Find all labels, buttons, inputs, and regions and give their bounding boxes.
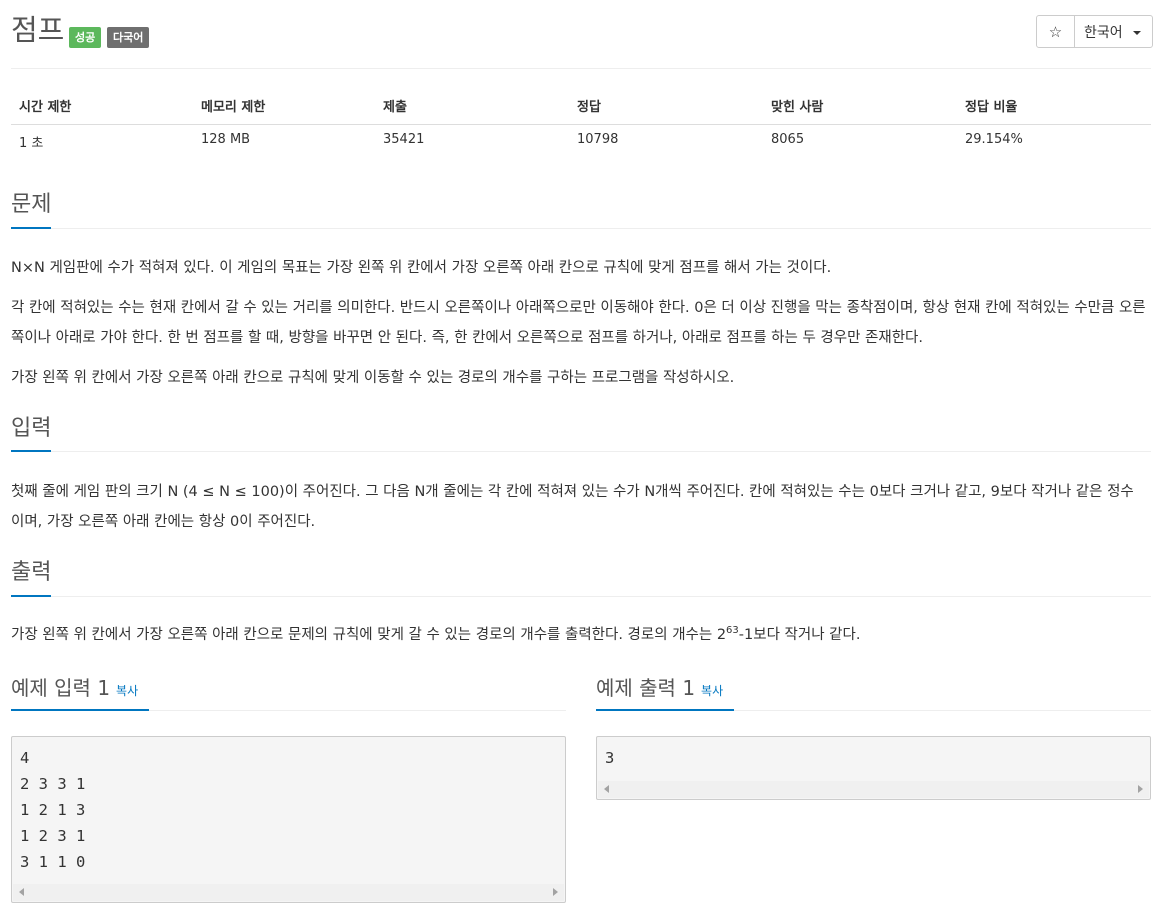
- input-heading: 입력: [11, 416, 52, 441]
- section-underline: [11, 595, 51, 597]
- header-actions: ☆ 한국어: [1036, 15, 1153, 48]
- language-select-label: 한국어: [1084, 24, 1123, 41]
- problem-paragraph-1: N×N 게임판에 수가 적혀져 있다. 이 게임의 목표는 가장 왼쪽 위 칸에…: [11, 260, 832, 276]
- problem-info-table: 시간 제한 메모리 제한 제출 정답 맞힌 사람 정답 비율 1 초 128 M…: [11, 86, 1151, 151]
- problem-page: 점프 성공 다국어 ☆ 한국어 시간 제한 메모리 제한 제출 정답 맞힌 사람…: [0, 0, 1168, 921]
- sample-input-content: 4 2 3 3 1 1 2 1 3 1 2 3 1 3 1 1 0: [20, 749, 86, 871]
- language-badge: 다국어: [107, 27, 150, 48]
- sample-output-heading: 예제 출력 1 복사: [596, 674, 723, 705]
- header-divider: [11, 68, 1151, 69]
- problem-paragraph-3: 가장 왼쪽 위 칸에서 가장 오른쪽 아래 칸으로 규칙에 맞게 이동할 수 있…: [11, 370, 735, 386]
- status-badge: 성공: [69, 27, 102, 48]
- accepted-value: 10798: [577, 132, 619, 147]
- sample-input-title: 예제 입력 1: [11, 676, 111, 700]
- output-text-after: -1보다 작거나 같다.: [738, 627, 861, 643]
- section-underline: [11, 450, 51, 452]
- problem-paragraph-2: 각 칸에 적혀있는 수는 현재 칸에서 갈 수 있는 거리를 의미한다. 반드시…: [11, 300, 1146, 346]
- submissions-value: 35421: [383, 132, 425, 147]
- sample-output-title: 예제 출력 1: [596, 676, 696, 700]
- scroll-left-icon[interactable]: [19, 888, 24, 896]
- sample-output-box[interactable]: 3: [596, 736, 1151, 800]
- time-limit-value: 1 초: [19, 136, 44, 151]
- section-divider: [11, 228, 1151, 229]
- output-heading: 출력: [11, 560, 52, 585]
- section-divider: [11, 451, 1151, 452]
- section-underline: [11, 227, 51, 229]
- sample-output-content: 3: [605, 749, 615, 767]
- section-underline: [596, 709, 734, 711]
- copy-sample-input-link[interactable]: 복사: [116, 684, 138, 698]
- output-exponent: 63: [726, 625, 739, 637]
- star-button[interactable]: ☆: [1037, 16, 1075, 47]
- output-paragraph: 가장 왼쪽 위 칸에서 가장 오른쪽 아래 칸으로 문제의 규칙에 맞게 갈 수…: [11, 620, 1146, 650]
- memory-limit-value: 128 MB: [201, 132, 251, 147]
- sample-input-box[interactable]: 4 2 3 3 1 1 2 1 3 1 2 3 1 3 1 1 0: [11, 736, 566, 903]
- section-underline: [11, 709, 149, 711]
- problem-title: 점프: [11, 13, 65, 47]
- output-text-before: 가장 왼쪽 위 칸에서 가장 오른쪽 아래 칸으로 문제의 규칙에 맞게 갈 수…: [11, 627, 727, 643]
- accept-ratio-value: 29.154%: [965, 132, 1023, 147]
- sample-input-heading: 예제 입력 1 복사: [11, 674, 138, 705]
- scroll-right-icon[interactable]: [553, 888, 558, 896]
- horizontal-scrollbar[interactable]: [598, 781, 1149, 798]
- chevron-down-icon: [1132, 30, 1141, 35]
- problem-heading: 문제: [11, 192, 52, 217]
- language-select[interactable]: 한국어: [1075, 16, 1152, 47]
- star-icon: ☆: [1048, 22, 1063, 41]
- scroll-left-icon[interactable]: [604, 785, 609, 793]
- scroll-right-icon[interactable]: [1138, 785, 1143, 793]
- horizontal-scrollbar[interactable]: [13, 884, 564, 901]
- copy-sample-output-link[interactable]: 복사: [701, 684, 723, 698]
- table-row: 1 초 128 MB 35421 10798 8065 29.154%: [11, 86, 1151, 151]
- solvers-value: 8065: [771, 132, 805, 147]
- input-paragraph: 첫째 줄에 게임 판의 크기 N (4 ≤ N ≤ 100)이 주어진다. 그 …: [11, 484, 1134, 530]
- section-divider: [11, 596, 1151, 597]
